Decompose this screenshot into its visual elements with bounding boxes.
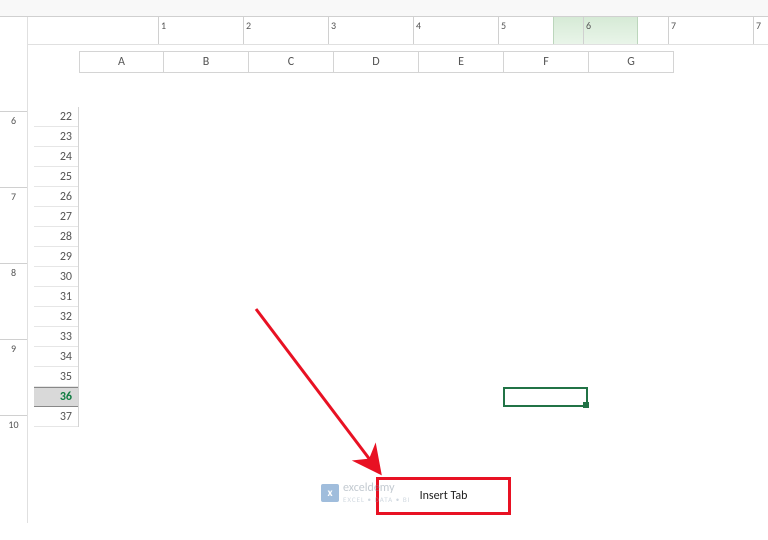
h-ruler-tick: 4 xyxy=(413,17,423,44)
row-header[interactable]: 31 xyxy=(34,287,78,307)
column-header[interactable]: C xyxy=(249,52,334,72)
h-ruler-tick: 7 xyxy=(668,17,678,44)
vertical-ruler: 6 7 8 9 10 xyxy=(0,17,28,523)
horizontal-ruler: 1 2 3 4 5 6 7 7 xyxy=(28,17,768,45)
ruler-highlight xyxy=(553,17,638,44)
top-formula-strip xyxy=(0,0,768,17)
h-ruler-tick: 3 xyxy=(328,17,338,44)
row-header[interactable]: 30 xyxy=(34,267,78,287)
callout-label: Insert Tab xyxy=(420,489,468,503)
column-header[interactable]: E xyxy=(419,52,504,72)
row-header[interactable]: 28 xyxy=(34,227,78,247)
watermark-brand: exceldemy xyxy=(343,481,395,495)
v-ruler-tick: 10 xyxy=(0,415,27,431)
cells-grid[interactable] xyxy=(79,107,674,447)
v-ruler-tick: 9 xyxy=(0,339,27,355)
h-ruler-tick: 6 xyxy=(583,17,593,44)
fill-handle[interactable] xyxy=(583,402,589,408)
column-header[interactable]: B xyxy=(164,52,249,72)
v-ruler-tick: 7 xyxy=(0,187,27,203)
column-header[interactable]: A xyxy=(79,52,164,72)
row-headers-column: 22232425262728293031323334353637 xyxy=(34,107,79,427)
row-header[interactable]: 26 xyxy=(34,187,78,207)
workspace: 678910 12345677 ABCDEFG 2223242526272829… xyxy=(0,17,768,523)
row-header[interactable]: 25 xyxy=(34,167,78,187)
row-header[interactable]: 22 xyxy=(34,107,78,127)
row-header[interactable]: 35 xyxy=(34,367,78,387)
column-header[interactable]: F xyxy=(504,52,589,72)
v-ruler-tick: 6 xyxy=(0,111,27,127)
row-header[interactable]: 33 xyxy=(34,327,78,347)
watermark-tagline: EXCEL • DATA • BI xyxy=(343,495,410,504)
v-ruler-tick: 8 xyxy=(0,263,27,279)
row-header[interactable]: 23 xyxy=(34,127,78,147)
row-header[interactable]: 36 xyxy=(34,387,78,407)
row-header[interactable]: 27 xyxy=(34,207,78,227)
h-ruler-tick: 5 xyxy=(498,17,508,44)
watermark: exceldemy EXCEL • DATA • BI xyxy=(321,481,410,504)
h-ruler-tick: 7 xyxy=(753,17,763,44)
row-header[interactable]: 32 xyxy=(34,307,78,327)
worksheet[interactable]: ABCDEFG 22232425262728293031323334353637 xyxy=(34,51,674,451)
row-header[interactable]: 37 xyxy=(34,407,78,427)
column-header[interactable]: G xyxy=(589,52,674,72)
active-cell[interactable] xyxy=(503,387,588,407)
row-header[interactable]: 29 xyxy=(34,247,78,267)
watermark-logo-icon xyxy=(321,484,339,502)
column-header[interactable]: D xyxy=(334,52,419,72)
row-header[interactable]: 34 xyxy=(34,347,78,367)
row-header[interactable]: 24 xyxy=(34,147,78,167)
column-headers-row: ABCDEFG xyxy=(79,51,674,73)
h-ruler-tick: 2 xyxy=(243,17,253,44)
h-ruler-tick: 1 xyxy=(158,17,168,44)
